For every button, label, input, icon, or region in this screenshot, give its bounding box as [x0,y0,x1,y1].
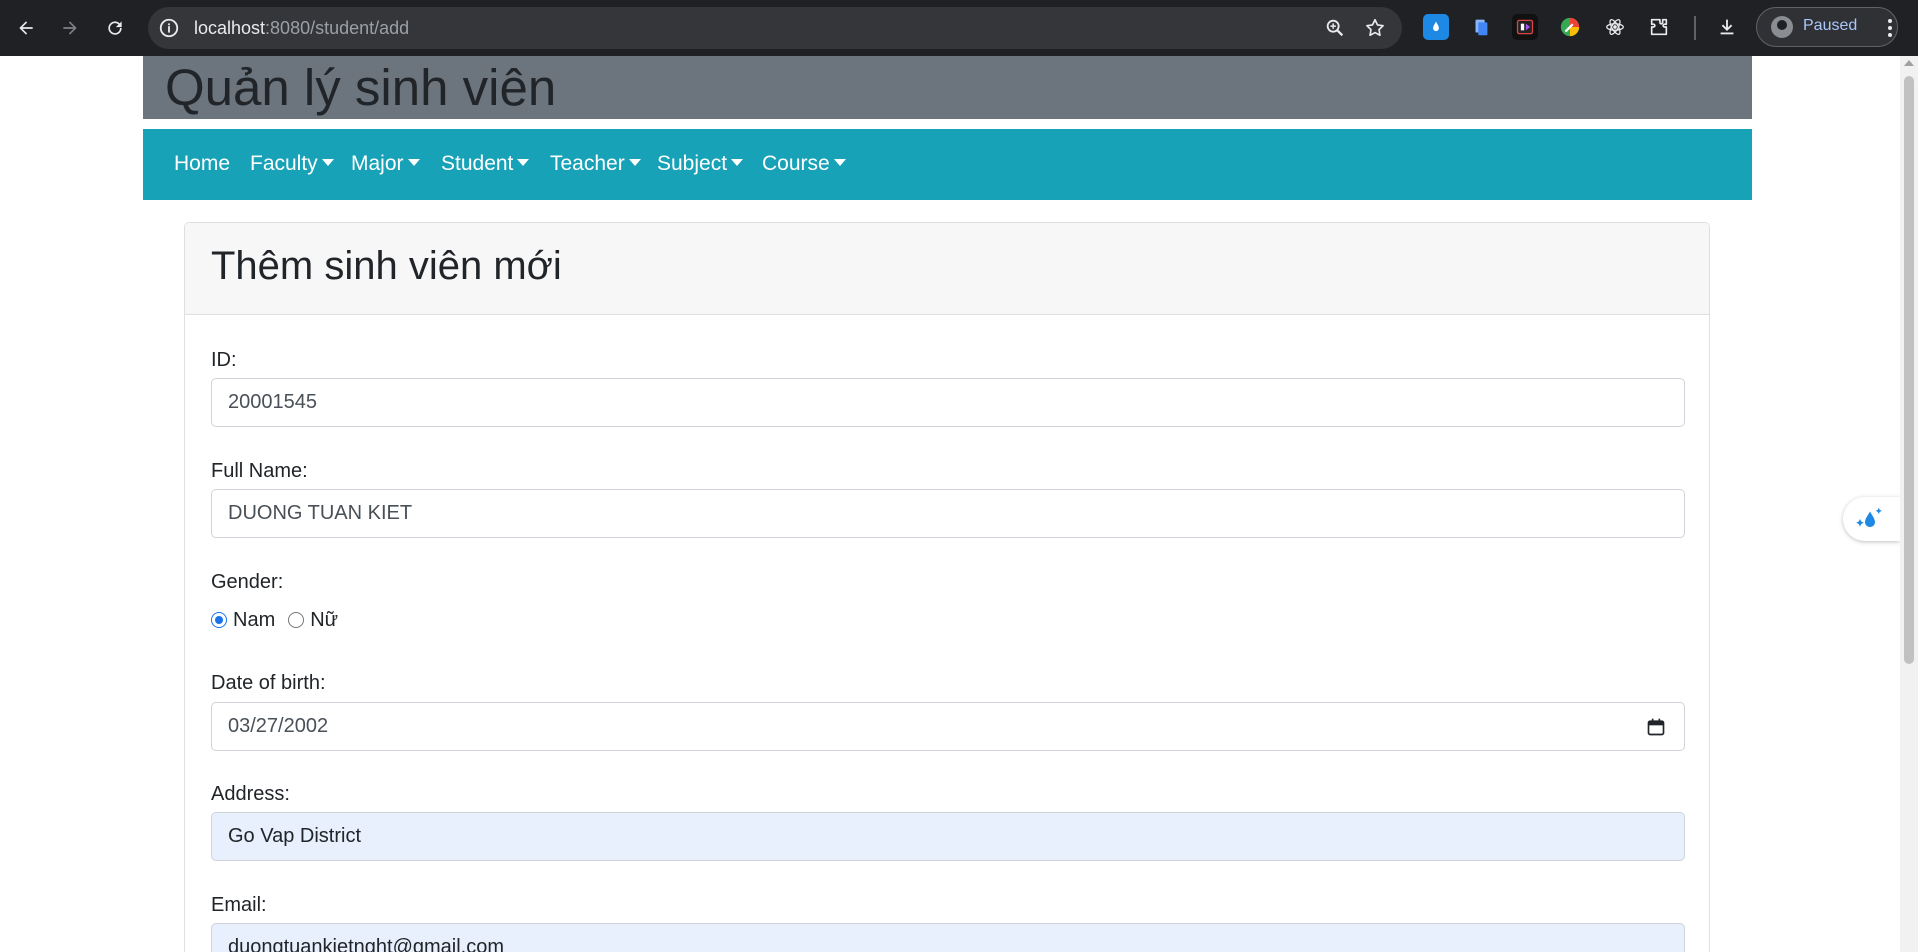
forward-icon[interactable] [54,12,86,44]
nav-teacher-dropdown[interactable]: Teacher [550,149,641,179]
zoom-icon[interactable] [1324,17,1346,39]
floating-assistant-button[interactable] [1843,497,1900,541]
gender-option-label: Nữ [310,608,339,631]
address-bar[interactable]: localhost:8080/student/add [148,7,1402,49]
email-label: Email: [211,894,267,916]
url-text[interactable]: localhost:8080/student/add [194,17,409,39]
caret-down-icon [628,159,641,166]
id-field[interactable]: 20001545 [211,378,1685,427]
document-extension-icon[interactable] [1468,14,1494,40]
bookmark-star-icon[interactable] [1364,17,1386,39]
address-field[interactable]: Go Vap District [211,812,1685,861]
fullname-field[interactable]: DUONG TUAN KIET [211,489,1685,538]
address-label: Address: [211,783,290,805]
screen-recorder-extension-icon[interactable] [1512,14,1538,40]
extensions-puzzle-icon[interactable] [1646,14,1672,40]
profile-button[interactable]: Paused [1756,7,1898,47]
nav-course-dropdown[interactable]: Course [762,149,846,179]
email-field[interactable]: duongtuankietnght@gmail.com [211,923,1685,952]
calendar-icon[interactable] [1646,717,1666,737]
back-icon[interactable] [10,12,42,44]
app-header: Quản lý sinh viên [143,56,1752,119]
profile-status: Paused [1803,17,1858,34]
scroll-up-icon[interactable] [1904,60,1914,66]
caret-down-icon [731,159,744,166]
gender-radio-nam[interactable] [211,612,227,628]
reload-icon[interactable] [99,12,131,44]
fullname-label: Full Name: [211,460,308,482]
nav-home[interactable]: Home [174,149,230,179]
caret-down-icon [517,159,530,166]
nav-major-dropdown[interactable]: Major [351,149,420,179]
page-content: Quản lý sinh viên Home Faculty Major Stu… [0,56,1918,952]
download-icon[interactable] [1714,14,1740,40]
gender-option-label: Nam [233,608,276,631]
gender-label: Gender: [211,571,284,593]
browser-menu-icon[interactable] [1880,14,1900,42]
dob-date-field[interactable]: 03/27/2002 [211,702,1685,751]
scroll-thumb[interactable] [1904,76,1914,664]
add-student-card: Thêm sinh viên mới ID: 20001545 Full Nam… [184,222,1710,952]
water-drop-extension-icon[interactable] [1423,14,1449,40]
page-scrollbar[interactable] [1900,56,1918,952]
gender-radio-group: Nam Nữ [211,607,338,633]
gender-radio-nu[interactable] [288,612,305,628]
card-header: Thêm sinh viên mới [185,223,1709,315]
color-picker-extension-icon[interactable] [1557,14,1583,40]
toolbar-divider [1694,16,1696,40]
nav-faculty-dropdown[interactable]: Faculty [250,149,334,179]
form-title: Thêm sinh viên mới [211,244,562,288]
caret-down-icon [833,159,846,166]
main-navbar: Home Faculty Major Student Teacher Subje… [143,129,1752,200]
sparkle-drop-icon [1856,507,1882,528]
caret-down-icon [321,159,334,166]
dob-label: Date of birth: [211,672,326,694]
caret-down-icon [407,159,420,166]
id-label: ID: [211,349,237,371]
app-title: Quản lý sinh viên [165,59,557,116]
nav-student-dropdown[interactable]: Student [441,149,530,179]
react-devtools-icon[interactable] [1602,14,1628,40]
site-info-icon[interactable] [158,17,180,39]
nav-subject-dropdown[interactable]: Subject [657,149,744,179]
browser-toolbar: localhost:8080/student/add Paused [0,0,1918,56]
avatar [1771,16,1793,38]
